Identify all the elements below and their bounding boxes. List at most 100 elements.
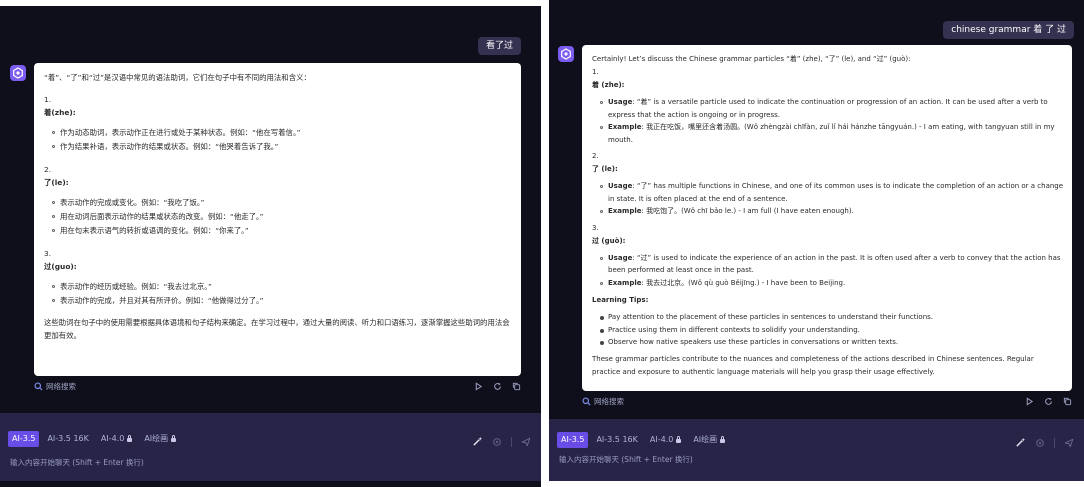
model-selector: AI-3.5 AI-3.5 16K AI-4.0 AI绘画 [557, 432, 729, 448]
model-option-ai40[interactable]: AI-4.0 [646, 432, 685, 448]
tools-divider [1054, 437, 1055, 448]
bullet-list: 作为动态助词，表示动作正在进行或处于某种状态。例如：“他在写着信。” 作为结果补… [44, 126, 513, 154]
model-label: AI-3.5 16K [596, 435, 638, 444]
list-item: 作为动态助词，表示动作正在进行或处于某种状态。例如：“他在写着信。” [52, 126, 513, 140]
model-option-ai35[interactable]: AI-3.5 [8, 431, 40, 447]
attach-icon[interactable] [1035, 433, 1045, 452]
answer-footer: 网络搜索 [582, 394, 1072, 408]
learning-tips-list: Pay attention to the placement of these … [592, 311, 1064, 349]
section-title-colon: : [72, 108, 76, 117]
section-number: 1. [592, 68, 599, 76]
list-item: 表示动作的完成，并且对其有所评价。例如：“他做得过分了。” [52, 294, 513, 308]
model-option-ai-drawing[interactable]: AI绘画 [140, 431, 180, 447]
learning-tips-title: Learning Tips: [592, 293, 1064, 307]
assistant-answer-card: “着”、“了”和“过”是汉语中常见的语法助词，它们在句子中有不同的用法和含义： … [34, 63, 521, 376]
list-item: Usage: “过” is used to indicate the exper… [600, 252, 1064, 277]
web-search-button[interactable]: 网络搜索 [34, 381, 76, 392]
magic-pen-icon[interactable] [472, 432, 483, 451]
bullet-list: Usage: “了” has multiple functions in Chi… [592, 180, 1064, 218]
list-item: 用在句末表示语气的转折或语调的变化。例如：“你来了。” [52, 224, 513, 238]
chat-input[interactable]: 输入内容开始聊天 (Shift + Enter 换行) [559, 454, 693, 465]
play-icon[interactable] [474, 381, 483, 391]
chat-input[interactable]: 输入内容开始聊天 (Shift + Enter 换行) [10, 457, 144, 468]
model-selector: AI-3.5 AI-3.5 16K AI-4.0 AI绘画 [8, 431, 180, 447]
model-option-ai35-16k[interactable]: AI-3.5 16K [592, 432, 641, 448]
assistant-avatar-icon [10, 65, 26, 81]
answer-intro: Certainly! Let’s discuss the Chinese gra… [592, 55, 911, 63]
magic-pen-icon[interactable] [1015, 433, 1026, 452]
send-icon[interactable] [521, 432, 531, 451]
web-search-button[interactable]: 网络搜索 [582, 396, 624, 407]
lock-icon [720, 436, 726, 443]
copy-icon[interactable] [1063, 397, 1072, 406]
answer-actions [1025, 396, 1072, 406]
assistant-answer-card: Certainly! Let’s discuss the Chinese gra… [582, 45, 1072, 391]
tools-divider [511, 436, 512, 447]
model-label: AI-3.5 16K [47, 434, 89, 443]
section-title: 过(guo): [44, 260, 513, 274]
user-message-bubble: 看了过 [477, 37, 521, 55]
answer-actions [474, 381, 521, 391]
example-label: Example [608, 123, 642, 131]
user-message-text: chinese grammar 着 了 过 [951, 25, 1066, 35]
lock-icon [127, 435, 133, 442]
input-tools [472, 432, 531, 451]
input-tools [1015, 433, 1074, 452]
section-title: 过 (guò): [592, 234, 1064, 248]
usage-label: Usage [608, 182, 633, 190]
section-number: 2. [592, 152, 599, 160]
usage-label: Usage [608, 98, 633, 106]
bullet-list: 表示动作的经历或经验。例如：“我去过北京。” 表示动作的完成，并且对其有所评价。… [44, 280, 513, 308]
model-label: AI-4.0 [649, 435, 674, 444]
refresh-icon[interactable] [1044, 397, 1053, 406]
model-option-ai35[interactable]: AI-3.5 [557, 432, 589, 448]
chat-panel-english: chinese grammar 着 了 过 Certainly! Let’s d… [549, 0, 1084, 481]
send-icon[interactable] [1064, 433, 1074, 452]
usage-text: : “了” has multiple functions in Chinese,… [608, 182, 1064, 203]
section-number: 1. [44, 95, 52, 104]
chat-input-area: AI-3.5 AI-3.5 16K AI-4.0 AI绘画 输入内容开始聊天 (… [549, 419, 1084, 481]
list-item: 表示动作的完成或变化。例如：“我吃了饭。” [52, 196, 513, 210]
section-number: 3. [592, 223, 599, 232]
model-option-ai-drawing[interactable]: AI绘画 [689, 432, 729, 448]
web-search-label: 网络搜索 [594, 396, 624, 406]
model-option-ai35-16k[interactable]: AI-3.5 16K [43, 431, 92, 447]
copy-icon[interactable] [512, 382, 521, 391]
example-label: Example [608, 207, 642, 215]
bullet-list: 表示动作的完成或变化。例如：“我吃了饭。” 用在动词后面表示动作的结果或状态的改… [44, 196, 513, 238]
bullet-list: Usage: “过” is used to indicate the exper… [592, 252, 1064, 290]
list-item: 作为结果补语，表示动作的结果或状态。例如：“他哭着告诉了我。” [52, 140, 513, 154]
section-title-colon: : [614, 165, 618, 173]
answer-conclusion: 这些助词在句子中的使用需要根据具体语境和句子结构来确定。在学习过程中，通过大量的… [44, 318, 510, 340]
user-message-text: 看了过 [485, 41, 513, 51]
example-text: : 我去过北京。(Wǒ qù guò Běijīng.) - I have be… [641, 278, 846, 287]
model-label: AI绘画 [144, 434, 169, 443]
usage-text: : “着” is a versatile particle used to in… [608, 98, 1048, 119]
model-label: AI-4.0 [100, 434, 125, 443]
section-title: 着(zhe): [44, 106, 513, 120]
list-item: 表示动作的经历或经验。例如：“我去过北京。” [52, 280, 513, 294]
list-item: 用在动词后面表示动作的结果或状态的改变。例如：“他走了。” [52, 210, 513, 224]
refresh-icon[interactable] [493, 382, 502, 391]
web-search-label: 网络搜索 [46, 381, 76, 391]
chat-input-placeholder: 输入内容开始聊天 (Shift + Enter 换行) [10, 458, 144, 467]
play-icon[interactable] [1025, 396, 1034, 406]
section-title: 了 (le): [592, 162, 1064, 176]
list-item: Usage: “着” is a versatile particle used … [600, 96, 1064, 121]
section-title: 了(le): [44, 176, 513, 190]
lock-icon [676, 436, 682, 443]
user-message-bubble: chinese grammar 着 了 过 [943, 21, 1074, 39]
chat-input-area: AI-3.5 AI-3.5 16K AI-4.0 AI绘画 输入内容开始聊天 (… [0, 413, 541, 481]
section-title-text: 过(guo) [44, 262, 74, 271]
answer-conclusion: These grammar particles contribute to th… [592, 354, 1034, 376]
chat-input-placeholder: 输入内容开始聊天 (Shift + Enter 换行) [559, 455, 693, 464]
model-option-ai40[interactable]: AI-4.0 [97, 431, 136, 447]
example-text: : 我正在吃饭，嘴里还含着汤圆。(Wǒ zhèngzài chīfàn, zuǐ… [608, 123, 1055, 144]
section-number: 2. [44, 165, 52, 174]
section-title-text: 了(le) [44, 178, 66, 187]
attach-icon[interactable] [492, 432, 502, 451]
answer-intro: “着”、“了”和“过”是汉语中常见的语法助词，它们在句子中有不同的用法和含义： [44, 73, 311, 82]
model-label: AI绘画 [693, 435, 718, 444]
list-item: Usage: “了” has multiple functions in Chi… [600, 180, 1064, 205]
list-item: Example: 我吃饱了。(Wǒ chī bǎo le.) - I am fu… [600, 205, 1064, 218]
